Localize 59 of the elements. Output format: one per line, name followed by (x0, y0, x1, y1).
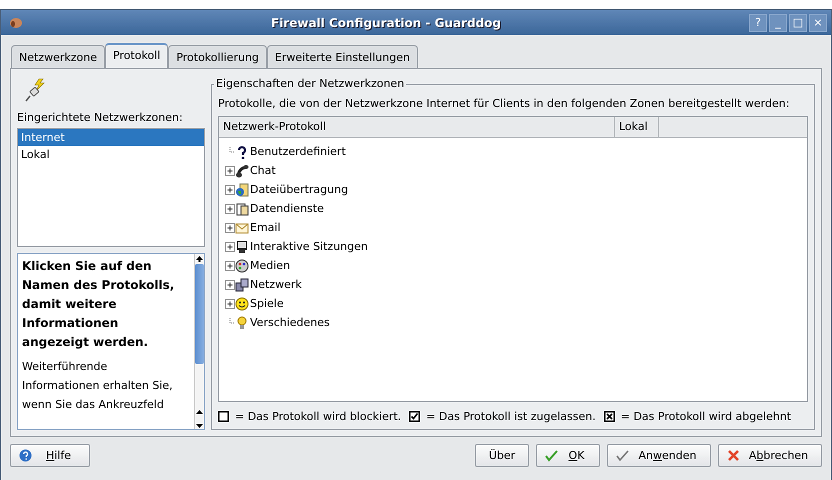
ok-button[interactable]: OK (536, 444, 600, 466)
cancel-button[interactable]: Abbrechen (718, 444, 822, 466)
envelope-icon (235, 220, 249, 234)
help-text: Weiterführende Informationen erhalten Sie, wenn Sie das Ankreuzfeld (22, 359, 174, 413)
expand-icon[interactable] (225, 242, 235, 252)
tree-item[interactable]: Datendienste (250, 202, 324, 215)
monitor-icon (235, 240, 249, 254)
about-button[interactable]: Über (475, 444, 529, 466)
column-header[interactable]: Netzwerk-Protokoll (219, 117, 615, 137)
globe-document-icon (235, 182, 249, 196)
tab[interactable]: Protokollierung (168, 45, 267, 68)
help-icon (19, 448, 32, 462)
apply-button[interactable]: Anwenden (607, 444, 711, 466)
expand-icon[interactable] (225, 298, 235, 308)
tree-item[interactable]: Dateiübertragung (250, 183, 348, 196)
window-title: Firewall Configuration - Guarddog (270, 16, 502, 30)
column-header[interactable]: Lokal (615, 117, 659, 137)
checkmark-icon (616, 448, 629, 462)
legend-text: = Das Protokoll wird blockiert. (235, 410, 402, 423)
tree-item[interactable]: Spiele (250, 297, 284, 310)
expand-icon[interactable] (225, 280, 235, 290)
legend-text: = Das Protokoll ist zugelassen. (426, 410, 596, 423)
light-bulb-icon (235, 316, 249, 330)
checkmark-icon (545, 448, 558, 462)
tree-item[interactable]: Email (250, 221, 281, 234)
palette-icon (235, 258, 249, 272)
tree-item[interactable]: Medien (250, 259, 290, 272)
list-item[interactable]: Lokal (18, 146, 204, 163)
tree-item[interactable]: Chat (250, 164, 276, 177)
expand-icon[interactable] (225, 204, 235, 214)
question-icon (235, 144, 249, 158)
tree-item[interactable]: Interaktive Sitzungen (250, 240, 368, 253)
description-text: Protokolle, die von der Netzwerkzone Internet für Clients in den folgenden Zonen bereitgestellt werden: (218, 97, 790, 110)
up-arrow-icon (195, 254, 204, 264)
expand-icon[interactable] (225, 166, 235, 176)
tree-item[interactable]: Benutzerdefiniert (250, 145, 346, 158)
computers-icon (235, 278, 249, 292)
list-label: Eingerichtete Netzwerkzonen: (17, 111, 184, 124)
expand-icon[interactable] (225, 222, 235, 232)
legend-text: = Das Protokoll wird abgelehnt (620, 410, 792, 423)
checked-checkbox-icon (409, 411, 420, 422)
expand-icon[interactable] (225, 260, 235, 270)
smiley-icon (235, 296, 249, 310)
documents-icon (235, 202, 249, 216)
cross-icon (727, 448, 740, 462)
empty-checkbox-icon (218, 411, 229, 422)
tree-item[interactable]: Verschiedenes (250, 316, 330, 329)
crossed-checkbox-icon (604, 411, 615, 422)
help-heading: Klicken Sie auf den Namen des Protokolls, damit weitere Informationen angezeigt werden. (22, 258, 176, 351)
tree-item[interactable]: Netzwerk (250, 278, 302, 291)
group-title: Eigenschaften der Netzwerkzonen (214, 77, 406, 90)
tab[interactable]: Protokoll (104, 43, 168, 68)
tab[interactable]: Netzwerkzone (11, 45, 105, 68)
scrollbar[interactable] (194, 254, 204, 429)
expand-icon[interactable] (225, 184, 235, 194)
list-item[interactable]: Internet (18, 129, 204, 146)
phone-icon (235, 164, 249, 178)
help-button[interactable]: Hilfe (10, 444, 90, 466)
tab[interactable]: Erweiterte Einstellungen (266, 45, 418, 68)
